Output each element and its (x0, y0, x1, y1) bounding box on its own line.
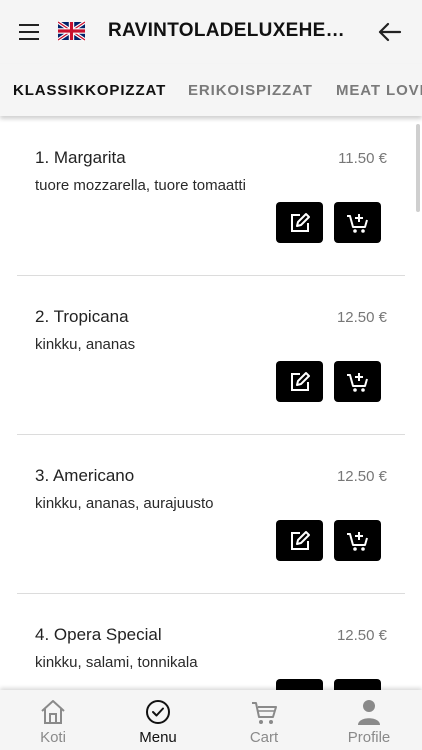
item-description: kinkku, ananas (35, 336, 136, 353)
add-to-cart-icon (346, 372, 368, 392)
item-name: 1. Margarita (35, 148, 126, 167)
home-icon (41, 700, 65, 724)
page-title: RAVINTOLADELUXEHERVANTA (108, 20, 348, 41)
nav-cart[interactable]: Cart (211, 690, 317, 750)
tab-erikoispizzat[interactable]: ERIKOISPIZZAT (188, 82, 313, 99)
add-to-cart-button[interactable] (334, 361, 381, 402)
nav-label: Menu (139, 729, 177, 746)
nav-menu[interactable]: Menu (105, 690, 211, 750)
item-price: 12.50 € (336, 309, 387, 326)
add-to-cart-button[interactable] (334, 679, 381, 690)
item-description: tuore mozzarella, tuore tomaatti (35, 177, 246, 194)
check-circle-icon (146, 700, 170, 724)
item-price: 12.50 € (336, 627, 387, 644)
category-tabs: KLASSIKKOPIZZAT ERIKOISPIZZAT MEAT LOVER… (0, 64, 422, 116)
edit-button[interactable] (276, 679, 323, 690)
item-price: 11.50 € (338, 150, 387, 167)
item-description: kinkku, salami, tonnikala (35, 654, 198, 671)
tab-meat-lovers[interactable]: MEAT LOVERS (336, 82, 422, 99)
scrollbar[interactable] (416, 124, 420, 212)
nav-label: Cart (249, 729, 279, 746)
item-price: 12.50 € (336, 468, 387, 485)
menu-list[interactable]: 1. Margarita 11.50 € tuore mozzarella, t… (0, 116, 422, 690)
item-name: 4. Opera Special (35, 625, 162, 644)
item-name: 3. Americano (35, 466, 135, 485)
bottom-navigation: Koti Menu Cart Profile (0, 690, 422, 750)
edit-icon (290, 530, 310, 550)
nav-label: Profile (347, 729, 391, 746)
app-bar: RAVINTOLADELUXEHERVANTA (0, 0, 422, 64)
item-name: 2. Tropicana (35, 307, 129, 326)
add-to-cart-icon (346, 531, 368, 551)
edit-icon (290, 371, 310, 391)
list-item: 1. Margarita 11.50 € tuore mozzarella, t… (17, 116, 405, 276)
nav-label: Koti (40, 729, 66, 746)
cart-icon (252, 702, 277, 724)
edit-button[interactable] (276, 361, 323, 402)
edit-button[interactable] (276, 202, 323, 243)
add-to-cart-button[interactable] (334, 202, 381, 243)
uk-flag-icon[interactable] (58, 21, 85, 41)
list-item: 2. Tropicana 12.50 € kinkku, ananas (17, 275, 405, 435)
nav-koti[interactable]: Koti (0, 690, 106, 750)
add-to-cart-button[interactable] (334, 520, 381, 561)
add-to-cart-icon (346, 213, 368, 233)
person-icon (358, 700, 380, 725)
list-item: 4. Opera Special 12.50 € kinkku, salami,… (17, 593, 405, 690)
list-item: 3. Americano 12.50 € kinkku, ananas, aur… (17, 434, 405, 594)
edit-button[interactable] (276, 520, 323, 561)
edit-icon (290, 212, 310, 232)
item-description: kinkku, ananas, aurajuusto (35, 495, 214, 512)
tab-klassikkopizzat[interactable]: KLASSIKKOPIZZAT (13, 82, 166, 99)
nav-profile[interactable]: Profile (316, 690, 422, 750)
arrow-left-icon[interactable] (376, 20, 402, 44)
hamburger-menu-icon[interactable] (18, 22, 42, 42)
